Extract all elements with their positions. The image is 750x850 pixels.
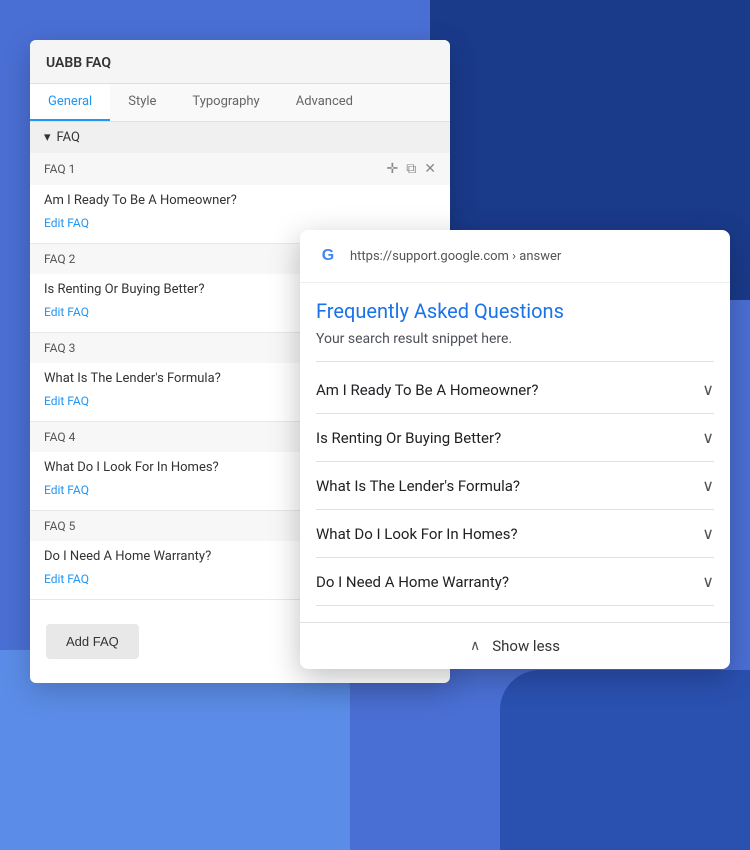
google-snippet: Your search result snippet here. (316, 331, 714, 347)
editor-tabs: General Style Typography Advanced (30, 84, 450, 122)
google-preview-panel: G https://support.google.com › answer Fr… (300, 230, 730, 669)
section-collapse-icon[interactable]: ▾ (44, 130, 51, 145)
google-url-bar: G https://support.google.com › answer (300, 230, 730, 283)
tab-advanced[interactable]: Advanced (278, 84, 371, 121)
google-result-title[interactable]: Frequently Asked Questions (316, 299, 714, 323)
google-faq-question-2: Is Renting Or Buying Better? (316, 429, 501, 447)
google-faq-question-4: What Do I Look For In Homes? (316, 525, 518, 543)
show-less-chevron-icon: ∧ (470, 638, 480, 654)
add-faq-button[interactable]: Add FAQ (46, 624, 139, 659)
copy-icon-1[interactable]: ⧉ (406, 161, 416, 177)
faq-edit-link-5[interactable]: Edit FAQ (44, 572, 89, 586)
chevron-icon-5: ∨ (702, 572, 714, 591)
google-faq-question-5: Do I Need A Home Warranty? (316, 573, 509, 591)
bg-right-blue (500, 670, 750, 850)
faq-edit-link-3[interactable]: Edit FAQ (44, 394, 89, 408)
chevron-icon-4: ∨ (702, 524, 714, 543)
google-faq-question-3: What Is The Lender's Formula? (316, 477, 520, 495)
faq-edit-link-4[interactable]: Edit FAQ (44, 483, 89, 497)
google-faq-row-3[interactable]: What Is The Lender's Formula? ∨ (316, 462, 714, 510)
faq-item-1-header: FAQ 1 ✛ ⧉ ✕ (30, 153, 450, 185)
tab-style[interactable]: Style (110, 84, 174, 121)
faq-1-icons: ✛ ⧉ ✕ (387, 161, 436, 177)
chevron-icon-1: ∨ (702, 380, 714, 399)
google-content: Frequently Asked Questions Your search r… (300, 283, 730, 622)
google-faq-question-1: Am I Ready To Be A Homeowner? (316, 381, 538, 399)
editor-title-bar: UABB FAQ (30, 40, 450, 84)
show-less-bar[interactable]: ∧ Show less (300, 622, 730, 669)
google-faq-row-4[interactable]: What Do I Look For In Homes? ∨ (316, 510, 714, 558)
google-faq-row-1[interactable]: Am I Ready To Be A Homeowner? ∨ (316, 366, 714, 414)
chevron-icon-3: ∨ (702, 476, 714, 495)
google-url: https://support.google.com › answer (350, 249, 561, 264)
editor-title: UABB FAQ (46, 55, 111, 71)
close-icon-1[interactable]: ✕ (424, 161, 436, 177)
faq-label-4: FAQ 4 (44, 430, 75, 444)
divider-top (316, 361, 714, 362)
faq-question-1: Am I Ready To Be A Homeowner? (44, 193, 436, 208)
tab-typography[interactable]: Typography (174, 84, 277, 121)
faq-label-2: FAQ 2 (44, 252, 75, 266)
faq-edit-link-1[interactable]: Edit FAQ (44, 216, 89, 230)
section-header: ▾ FAQ (30, 122, 450, 153)
faq-label-1: FAQ 1 (44, 162, 75, 176)
google-faq-row-2[interactable]: Is Renting Or Buying Better? ∨ (316, 414, 714, 462)
google-g-icon: G (316, 244, 340, 268)
tab-general[interactable]: General (30, 84, 110, 121)
show-less-label: Show less (492, 637, 560, 655)
google-faq-row-5[interactable]: Do I Need A Home Warranty? ∨ (316, 558, 714, 606)
faq-label-3: FAQ 3 (44, 341, 75, 355)
chevron-icon-2: ∨ (702, 428, 714, 447)
move-icon-1[interactable]: ✛ (387, 161, 399, 177)
faq-label-5: FAQ 5 (44, 519, 75, 533)
faq-edit-link-2[interactable]: Edit FAQ (44, 305, 89, 319)
section-label: FAQ (57, 130, 80, 145)
